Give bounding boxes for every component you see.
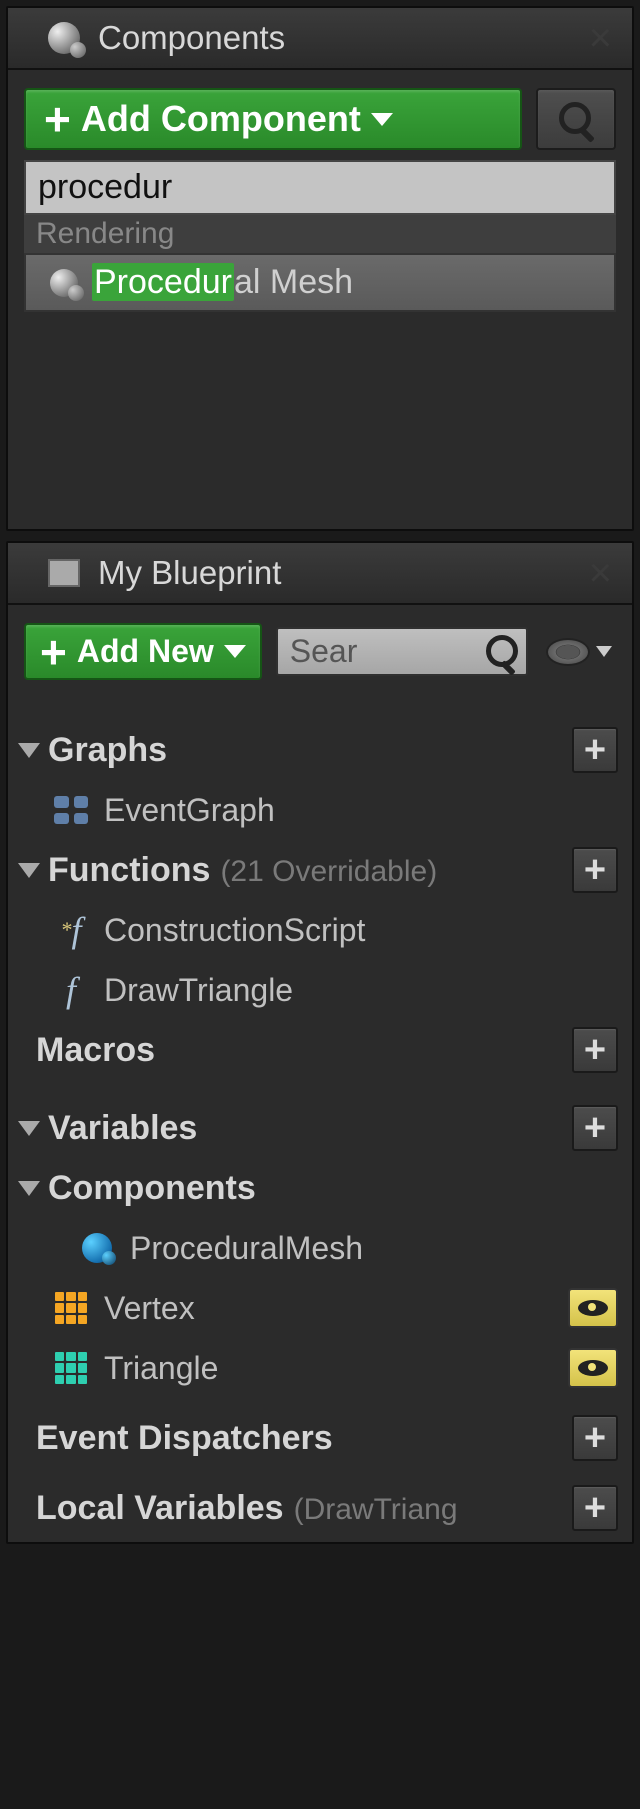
expand-icon <box>18 1121 40 1136</box>
dropdown-item-label: Procedural Mesh <box>92 263 353 302</box>
search-icon <box>559 102 593 136</box>
section-macros[interactable]: Macros + <box>8 1020 632 1080</box>
component-item-proceduralmesh[interactable]: ProceduralMesh <box>8 1218 632 1278</box>
section-label: Macros <box>36 1031 572 1070</box>
add-new-button[interactable]: + Add New <box>24 623 262 680</box>
components-search-button[interactable] <box>536 88 616 150</box>
section-label: Local Variables (DrawTriang <box>36 1489 572 1528</box>
section-label: Functions (21 Overridable) <box>48 851 572 890</box>
my-blueprint-panel: My Blueprint × + Add New Graphs + EventG… <box>6 541 634 1544</box>
graph-icon <box>52 791 90 829</box>
blueprint-tab-icon <box>44 553 84 593</box>
add-dispatcher-button[interactable]: + <box>572 1415 618 1461</box>
section-label: Components <box>48 1169 618 1208</box>
eye-icon <box>546 638 590 666</box>
dropdown-item-procedural-mesh[interactable]: Procedural Mesh <box>24 253 616 312</box>
function-item-constructionscript[interactable]: f ConstructionScript <box>8 900 632 960</box>
component-icon <box>78 1229 116 1267</box>
add-variable-button[interactable]: + <box>572 1105 618 1151</box>
function-icon: f <box>52 971 90 1009</box>
item-label: EventGraph <box>104 792 618 829</box>
section-functions[interactable]: Functions (21 Overridable) + <box>8 840 632 900</box>
blueprint-tree: Graphs + EventGraph Functions (21 Overri… <box>8 716 632 1542</box>
item-label: ConstructionScript <box>104 912 618 949</box>
visibility-toggle[interactable] <box>568 1288 618 1328</box>
section-graphs[interactable]: Graphs + <box>8 720 632 780</box>
section-label: Event Dispatchers <box>36 1419 572 1458</box>
mesh-icon <box>50 269 78 297</box>
array-icon <box>52 1289 90 1327</box>
chevron-down-icon <box>224 645 246 658</box>
component-search-input[interactable] <box>24 160 616 215</box>
dropdown-category-label: Rendering <box>24 215 616 253</box>
add-component-label: Add Component <box>81 98 361 140</box>
components-tab[interactable]: Components × <box>8 8 632 70</box>
variable-item-vertex[interactable]: Vertex <box>8 1278 632 1338</box>
blueprint-search-input[interactable] <box>290 633 478 670</box>
eye-icon <box>578 1300 608 1316</box>
components-tab-label: Components <box>98 19 589 57</box>
expand-icon <box>18 863 40 878</box>
function-item-drawtriangle[interactable]: f DrawTriangle <box>8 960 632 1020</box>
section-label: Variables <box>48 1109 572 1148</box>
add-function-button[interactable]: + <box>572 847 618 893</box>
eye-icon <box>578 1360 608 1376</box>
components-tab-icon <box>44 18 84 58</box>
expand-icon <box>18 1181 40 1196</box>
add-macro-button[interactable]: + <box>572 1027 618 1073</box>
graph-item-eventgraph[interactable]: EventGraph <box>8 780 632 840</box>
visibility-options-button[interactable] <box>542 634 616 670</box>
function-icon: f <box>52 911 90 949</box>
section-annotation: (21 Overridable) <box>220 855 437 889</box>
item-label: Vertex <box>104 1290 568 1327</box>
section-variables[interactable]: Variables + <box>8 1098 632 1158</box>
item-label: ProceduralMesh <box>130 1230 618 1267</box>
close-icon[interactable]: × <box>589 16 612 61</box>
add-graph-button[interactable]: + <box>572 727 618 773</box>
variable-item-triangle[interactable]: Triangle <box>8 1338 632 1398</box>
section-label: Graphs <box>48 731 572 770</box>
section-annotation: (DrawTriang <box>294 1493 458 1527</box>
expand-icon <box>18 743 40 758</box>
add-component-button[interactable]: + Add Component <box>24 88 522 150</box>
visibility-toggle[interactable] <box>568 1348 618 1388</box>
section-event-dispatchers[interactable]: Event Dispatchers + <box>8 1408 632 1468</box>
chevron-down-icon <box>596 646 612 657</box>
array-icon <box>52 1349 90 1387</box>
components-panel: Components × + Add Component Rendering P… <box>6 6 634 531</box>
blueprint-search-field[interactable] <box>276 627 528 676</box>
blueprint-tab[interactable]: My Blueprint × <box>8 543 632 605</box>
components-toolbar: + Add Component <box>8 70 632 160</box>
item-label: DrawTriangle <box>104 972 618 1009</box>
add-component-dropdown: Rendering Procedural Mesh <box>24 160 616 312</box>
section-components-sub[interactable]: Components <box>8 1158 632 1218</box>
add-local-var-button[interactable]: + <box>572 1485 618 1531</box>
chevron-down-icon <box>371 113 393 126</box>
blueprint-tab-label: My Blueprint <box>98 554 589 592</box>
close-icon[interactable]: × <box>589 551 612 596</box>
add-new-label: Add New <box>77 633 214 670</box>
item-label: Triangle <box>104 1350 568 1387</box>
search-icon <box>486 635 514 669</box>
blueprint-toolbar: + Add New <box>8 605 632 690</box>
section-local-variables[interactable]: Local Variables (DrawTriang + <box>8 1478 632 1538</box>
